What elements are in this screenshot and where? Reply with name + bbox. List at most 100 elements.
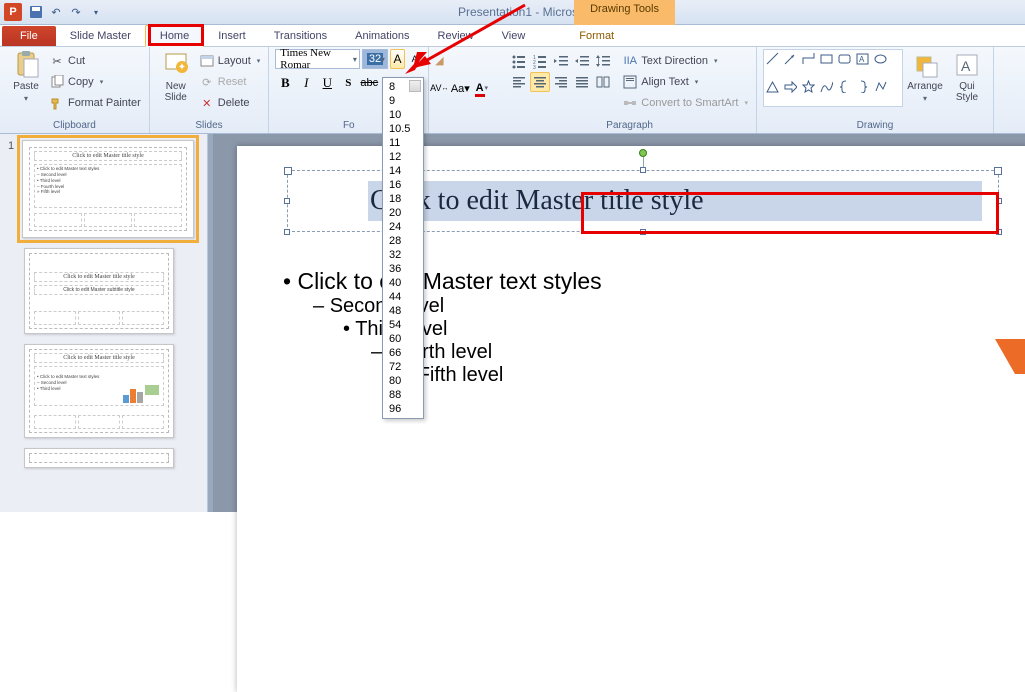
curve-icon (820, 80, 833, 93)
size-option-11[interactable]: 11 (383, 136, 423, 150)
brush-icon (50, 96, 64, 110)
tab-slide-master[interactable]: Slide Master (56, 26, 145, 46)
size-option-32[interactable]: 32 (383, 248, 423, 262)
align-right-button[interactable] (551, 72, 571, 92)
clear-formatting-button[interactable]: ◢ (429, 50, 449, 70)
size-option-16[interactable]: 16 (383, 178, 423, 192)
size-option-72[interactable]: 72 (383, 360, 423, 374)
tab-transitions[interactable]: Transitions (260, 26, 341, 46)
strikethrough-button[interactable]: abc (359, 73, 379, 93)
line-spacing-icon (595, 53, 611, 69)
justify-button[interactable] (572, 72, 592, 92)
size-option-88[interactable]: 88 (383, 388, 423, 402)
grow-font-button[interactable]: A (390, 49, 405, 69)
cut-button[interactable]: ✂Cut (48, 51, 143, 71)
increase-indent-button[interactable] (572, 51, 592, 71)
app-icon: P (4, 3, 22, 21)
arrange-label: Arrange (907, 81, 943, 92)
size-option-9[interactable]: 9 (383, 94, 423, 108)
font-size-dropdown[interactable]: 891010.511121416182024283236404448546066… (382, 77, 424, 419)
tab-view[interactable]: View (488, 26, 540, 46)
copy-button[interactable]: Copy▾ (48, 72, 143, 92)
bullet-level-5[interactable]: Fifth level (261, 364, 1001, 387)
size-option-80[interactable]: 80 (383, 374, 423, 388)
size-option-36[interactable]: 36 (383, 262, 423, 276)
rotate-handle[interactable] (639, 149, 647, 157)
undo-icon[interactable]: ↶ (48, 4, 64, 20)
font-color-button[interactable]: A▾ (471, 78, 491, 98)
content-placeholder[interactable]: Click to edit Master text styles Second … (261, 268, 1001, 387)
tab-insert[interactable]: Insert (204, 26, 260, 46)
align-center-button[interactable] (530, 72, 550, 92)
master-thumbnail[interactable]: Click to edit Master title style • Click… (22, 140, 194, 238)
textbox-icon: A (856, 52, 869, 65)
thumb-title: Click to edit Master title style (34, 272, 164, 282)
tab-format[interactable]: Format (565, 26, 628, 46)
smartart-label: Convert to SmartArt (641, 97, 738, 109)
layout-thumbnail-1[interactable]: Click to edit Master title style Click t… (24, 248, 174, 334)
tab-home[interactable]: Home (145, 25, 204, 47)
size-option-60[interactable]: 60 (383, 332, 423, 346)
text-direction-button[interactable]: IIAText Direction▾ (621, 51, 750, 71)
size-option-28[interactable]: 28 (383, 234, 423, 248)
layout-thumbnail-2[interactable]: Click to edit Master title style • Click… (24, 344, 174, 438)
size-option-12[interactable]: 12 (383, 150, 423, 164)
char-spacing-button[interactable]: AV↔ (429, 78, 449, 98)
new-slide-icon: ✦ (162, 51, 190, 79)
redo-icon[interactable]: ↷ (68, 4, 84, 20)
delete-button[interactable]: ✕Delete (198, 93, 263, 113)
paste-button[interactable]: Paste ▾ (6, 49, 46, 120)
layout-thumbnail-3[interactable] (24, 448, 174, 468)
slide-canvas[interactable]: Click to edit Master title style Click t… (237, 146, 1025, 692)
text-direction-label: Text Direction (641, 55, 708, 67)
size-option-20[interactable]: 20 (383, 206, 423, 220)
numbering-button[interactable]: 123 (530, 51, 550, 71)
bold-button[interactable]: B (275, 73, 295, 93)
line-spacing-button[interactable] (593, 51, 613, 71)
bullet-level-2[interactable]: Second level (261, 295, 1001, 318)
layout-button[interactable]: Layout▾ (198, 51, 263, 71)
size-option-54[interactable]: 54 (383, 318, 423, 332)
size-option-18[interactable]: 18 (383, 192, 423, 206)
tab-review[interactable]: Review (424, 26, 488, 46)
size-option-8[interactable]: 8 (383, 80, 423, 94)
align-text-button[interactable]: Align Text▾ (621, 72, 750, 92)
quick-styles-button[interactable]: A Qui Style (947, 49, 987, 120)
change-case-button[interactable]: Aa▾ (450, 78, 470, 98)
shapes-gallery[interactable]: A (763, 49, 903, 107)
italic-button[interactable]: I (296, 73, 316, 93)
format-painter-button[interactable]: Format Painter (48, 93, 143, 113)
shadow-button[interactable]: S (338, 73, 358, 93)
justify-icon (574, 74, 590, 90)
tab-animations[interactable]: Animations (341, 26, 423, 46)
size-option-40[interactable]: 40 (383, 276, 423, 290)
new-slide-button[interactable]: ✦ New Slide (156, 49, 196, 120)
size-option-10.5[interactable]: 10.5 (383, 122, 423, 136)
svg-text:3: 3 (533, 65, 536, 69)
tab-file[interactable]: File (2, 26, 56, 46)
font-size-combo[interactable]: 32 (362, 49, 388, 69)
font-name-combo[interactable]: Times New Romar (275, 49, 360, 69)
underline-button[interactable]: U (317, 73, 337, 93)
shrink-font-button[interactable]: A (407, 49, 422, 69)
copy-label: Copy (68, 76, 94, 88)
bullet-level-3[interactable]: Third level (261, 318, 1001, 341)
size-option-66[interactable]: 66 (383, 346, 423, 360)
size-option-10[interactable]: 10 (383, 108, 423, 122)
bullet-level-1[interactable]: Click to edit Master text styles (261, 268, 1001, 295)
quick-styles-icon: A (953, 51, 981, 79)
new-slide-label: New Slide (165, 81, 187, 103)
size-option-24[interactable]: 24 (383, 220, 423, 234)
columns-button[interactable] (593, 72, 613, 92)
save-icon[interactable] (28, 4, 44, 20)
size-option-96[interactable]: 96 (383, 402, 423, 416)
arrange-button[interactable]: Arrange ▾ (905, 49, 945, 120)
decrease-indent-button[interactable] (551, 51, 571, 71)
size-option-14[interactable]: 14 (383, 164, 423, 178)
bullet-level-4[interactable]: Fourth level (261, 341, 1001, 364)
bullets-button[interactable] (509, 51, 529, 71)
align-left-button[interactable] (509, 72, 529, 92)
size-option-48[interactable]: 48 (383, 304, 423, 318)
size-option-44[interactable]: 44 (383, 290, 423, 304)
master-thumbnail-item[interactable]: 1 Click to edit Master title style • Cli… (0, 140, 207, 238)
